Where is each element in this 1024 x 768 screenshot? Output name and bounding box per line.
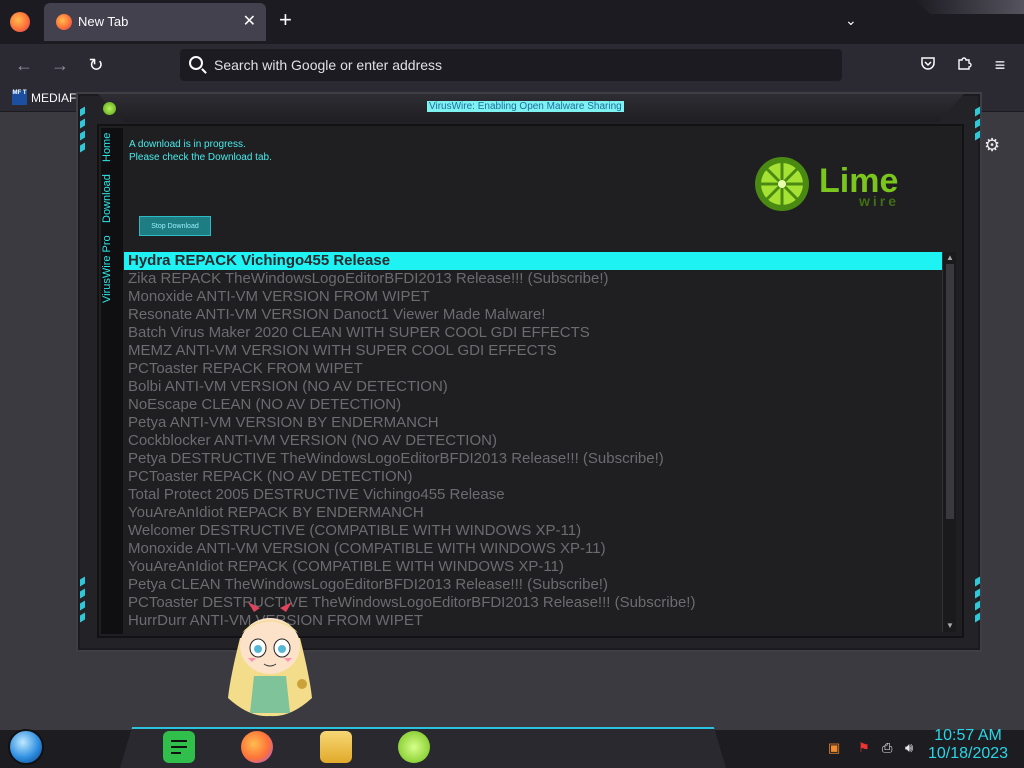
list-item[interactable]: Cockblocker ANTI-VM VERSION (NO AV DETEC… [124,432,954,450]
frame-decoration [80,576,85,587]
frame-decoration [80,142,85,153]
list-item[interactable]: Resonate ANTI-VM VERSION Danoct1 Viewer … [124,306,954,324]
list-item[interactable]: PCToaster REPACK FROM WIPET [124,360,954,378]
tab-home[interactable]: Home [101,130,123,164]
frame-decoration [975,612,980,623]
forward-arrow-icon[interactable]: → [48,53,72,77]
logo-text-wire: wire [858,193,899,209]
list-item[interactable]: Bolbi ANTI-VM VERSION (NO AV DETECTION) [124,378,954,396]
tray-app-icon[interactable]: ▣ [828,740,840,756]
frame-decoration [80,106,85,117]
tab-download[interactable]: Download [101,172,123,226]
clock-time: 10:57 AM [934,727,1002,744]
firefox-taskbar-icon[interactable] [241,731,273,763]
address-bar[interactable] [180,49,842,81]
list-item[interactable]: Batch Virus Maker 2020 CLEAN WITH SUPER … [124,324,954,342]
search-icon [189,56,203,70]
reload-icon[interactable]: ↻ [84,53,108,77]
tab-viruswire-pro[interactable]: VirusWire Pro [101,232,123,306]
tab-strip: New Tab ✕ + ⌄ [0,0,1024,44]
frame-decoration [80,600,85,611]
list-item[interactable]: YouAreAnIdiot REPACK (COMPATIBLE WITH WI… [124,558,954,576]
message-line-1: A download is in progress. [129,139,246,150]
list-item[interactable]: Monoxide ANTI-VM VERSION FROM WIPET [124,288,954,306]
list-item[interactable]: Hydra REPACK Vichingo455 Release [124,252,954,270]
list-item[interactable]: Welcomer DESTRUCTIVE (COMPATIBLE WITH WI… [124,522,954,540]
extensions-puzzle-icon[interactable] [952,53,976,77]
volume-icon[interactable]: 🔊︎ [905,740,913,756]
action-center-flag-icon[interactable]: ⚑ [858,740,870,756]
frame-decoration [975,600,980,611]
app-content: Home Download VirusWire Pro A download i… [97,124,964,638]
corner-decoration [914,0,1024,14]
frame-decoration [975,576,980,587]
list-item[interactable]: MEMZ ANTI-VM VERSION WITH SUPER COOL GDI… [124,342,954,360]
menu-hamburger-icon[interactable]: ≡ [988,53,1012,77]
clock-date: 10/18/2023 [928,745,1009,762]
new-tab-button[interactable]: + [279,9,292,31]
scroll-up-arrow-icon[interactable]: ▲ [946,254,954,262]
list-item[interactable]: Monoxide ANTI-VM VERSION (COMPATIBLE WIT… [124,540,954,558]
list-scrollbar[interactable]: ▲ ▼ [942,252,956,632]
notes-app-icon[interactable] [163,731,195,763]
frame-decoration [975,106,980,117]
list-item[interactable]: PCToaster REPACK (NO AV DETECTION) [124,468,954,486]
star-mascot-image [228,602,312,717]
gear-icon[interactable]: ⚙ [984,135,1000,156]
bookmark-mediafire[interactable]: MF T MEDIAFI [12,90,80,105]
mediafire-icon: MF T [12,90,27,105]
list-item[interactable]: NoEscape CLEAN (NO AV DETECTION) [124,396,954,414]
limewire-small-icon [103,102,116,115]
side-tab-bar: Home Download VirusWire Pro [101,128,123,634]
limewire-taskbar-icon[interactable] [398,731,430,763]
window-title: VirusWire: Enabling Open Malware Sharing [427,101,624,112]
url-input[interactable] [214,55,814,75]
list-item[interactable]: Petya CLEAN TheWindowsLogoEditorBFDI2013… [124,576,954,594]
frame-decoration [80,612,85,623]
list-item[interactable]: Petya DESTRUCTIVE TheWindowsLogoEditorBF… [124,450,954,468]
frame-decoration [80,588,85,599]
frame-decoration [80,118,85,129]
firefox-icon[interactable] [10,12,30,32]
tab-new-tab[interactable]: New Tab ✕ [44,3,266,41]
close-tab-icon[interactable]: ✕ [243,11,256,31]
pocket-icon[interactable] [916,53,940,77]
network-icon[interactable]: ⎙ [882,740,892,756]
list-item[interactable]: YouAreAnIdiot REPACK BY ENDERMANCH [124,504,954,522]
nav-bar: ← → ↻ ≡ [0,44,1024,86]
frame-decoration [80,130,85,141]
scroll-down-arrow-icon[interactable]: ▼ [946,622,954,630]
firefox-tab-icon [56,14,72,30]
scroll-thumb[interactable] [946,264,954,519]
viruswire-window: VirusWire: Enabling Open Malware Sharing… [76,92,982,652]
taskbar-clock[interactable]: 10:57 AM 10/18/2023 [928,727,1008,763]
start-button[interactable] [8,729,44,765]
file-explorer-icon[interactable] [320,731,352,763]
list-item[interactable]: Total Protect 2005 DESTRUCTIVE Vichingo4… [124,486,954,504]
tab-title: New Tab [78,14,129,29]
back-arrow-icon[interactable]: ← [12,53,36,77]
frame-decoration [975,118,980,129]
download-message: A download is in progress. Please check … [129,138,272,164]
frame-decoration [975,588,980,599]
list-item[interactable]: Zika REPACK TheWindowsLogoEditorBFDI2013… [124,270,954,288]
limewire-logo: Lime wire [755,157,899,211]
message-line-2: Please check the Download tab. [129,152,272,163]
bookmark-label: MEDIAFI [31,90,80,105]
list-all-tabs-chevron-icon[interactable]: ⌄ [845,12,857,29]
list-item[interactable]: Petya ANTI-VM VERSION BY ENDERMANCH [124,414,954,432]
stop-download-button[interactable]: Stop Download [139,216,211,236]
frame-decoration [975,130,980,141]
malware-list[interactable]: Hydra REPACK Vichingo455 Release Zika REP… [124,252,954,632]
